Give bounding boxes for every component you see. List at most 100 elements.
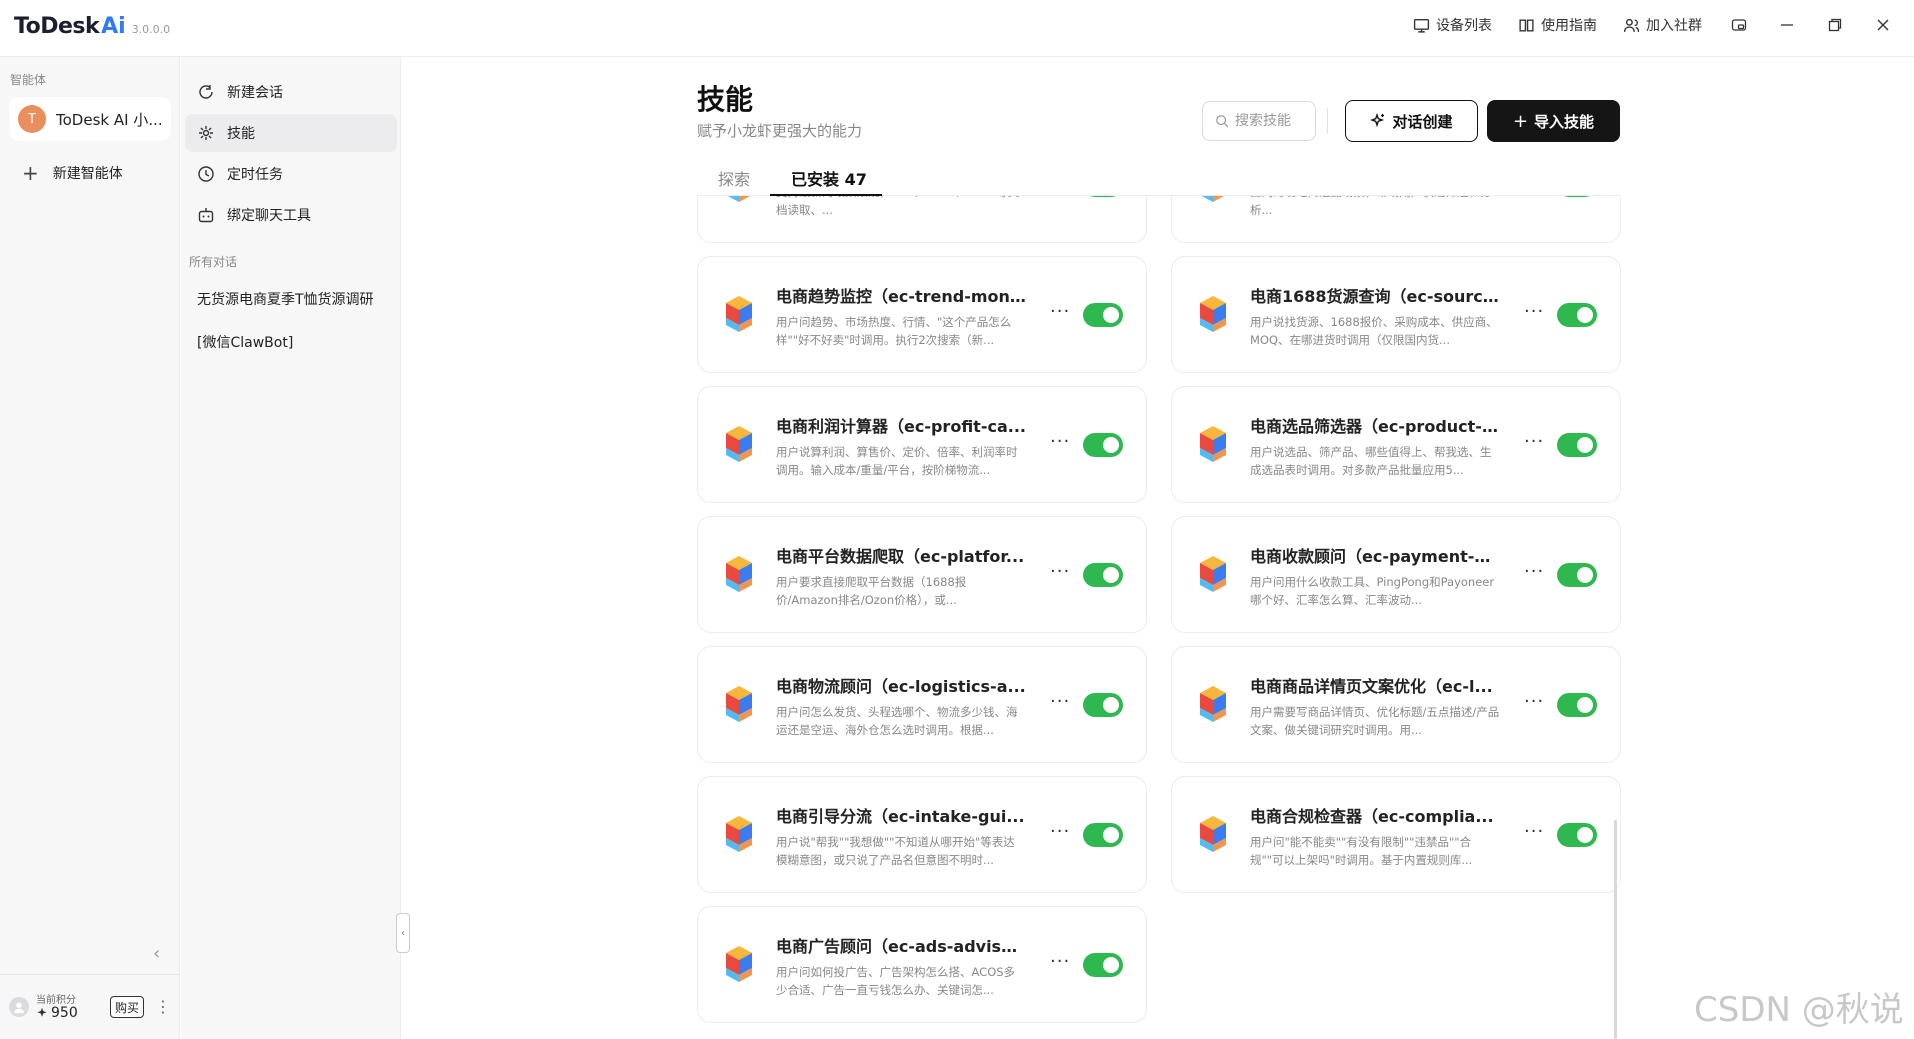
more-options-icon[interactable]: ··· xyxy=(1050,691,1070,712)
nav-scheduled-tasks[interactable]: 定时任务 xyxy=(185,155,397,193)
import-skill-button[interactable]: + 导入技能 xyxy=(1487,100,1620,142)
skill-enable-toggle[interactable] xyxy=(1083,303,1123,327)
sparkle-icon xyxy=(37,1007,47,1017)
skill-description: 用户要求直接爬取平台数据（1688报价/Amazon排名/Ozon价格），或..… xyxy=(776,575,967,607)
skill-description: 用户说找货源、1688报价、采购成本、供应商、MOQ、在哪进货时调用（仅限国内货… xyxy=(1250,315,1498,347)
user-avatar-icon[interactable] xyxy=(9,997,29,1017)
more-options-icon[interactable]: ··· xyxy=(1050,301,1070,322)
skill-enable-toggle[interactable] xyxy=(1557,196,1597,197)
skill-enable-toggle[interactable] xyxy=(1083,196,1123,197)
more-options-icon[interactable]: ··· xyxy=(1050,561,1070,582)
skill-enable-toggle[interactable] xyxy=(1083,693,1123,717)
skill-title: 电商物流顾问（ec-logistics-a... xyxy=(776,677,1026,696)
skill-search-input[interactable] xyxy=(1235,113,1311,129)
agents-section-label: 智能体 xyxy=(10,73,47,87)
more-options-icon[interactable]: ··· xyxy=(1524,301,1544,322)
panel-resize-handle[interactable]: ‹ xyxy=(396,913,410,953)
collapse-sidebar-icon[interactable]: ‹ xyxy=(153,943,160,964)
skill-card[interactable]: 电商1688货源查询（ec-sourci... 用户说找货源、1688报价、采购成… xyxy=(1171,256,1621,373)
skill-cube-icon xyxy=(1198,814,1228,854)
buy-button[interactable]: 购买 xyxy=(110,996,144,1018)
nav-bind-chat-tool[interactable]: 绑定聊天工具 xyxy=(185,196,397,234)
skill-enable-toggle[interactable] xyxy=(1557,823,1597,847)
credits-label: 当前积分 xyxy=(36,995,76,1006)
more-options-icon[interactable]: ··· xyxy=(1524,821,1544,842)
skill-card[interactable]: 支持最新的政策法规，PDF、Word、Excel等文档读取、...··· xyxy=(697,196,1147,243)
more-options-icon[interactable]: ··· xyxy=(1524,431,1544,452)
scrollbar[interactable] xyxy=(1614,820,1617,1039)
nav-new-chat[interactable]: 新建会话 xyxy=(185,73,397,111)
skill-card[interactable]: 电商商品详情页文案优化（ec-l... 用户需要写商品详情页、优化标题/五点描述/… xyxy=(1171,646,1621,763)
conversation-item[interactable]: [微信ClawBot] xyxy=(197,332,293,352)
search-icon xyxy=(1216,115,1229,128)
nav-skills[interactable]: 技能 xyxy=(185,114,397,152)
skill-enable-toggle[interactable] xyxy=(1083,433,1123,457)
nav-new-chat-label: 新建会话 xyxy=(227,85,283,101)
skill-enable-toggle[interactable] xyxy=(1557,693,1597,717)
skill-title: 电商合规检查器（ec-complia... xyxy=(1250,807,1494,826)
skill-enable-toggle[interactable] xyxy=(1083,563,1123,587)
page-title: 技能 xyxy=(697,83,754,116)
more-options-icon[interactable]: ··· xyxy=(1050,431,1070,452)
more-options-icon[interactable]: ··· xyxy=(1050,951,1070,972)
agent-name: ToDesk AI 小... xyxy=(56,110,163,129)
minimize-button[interactable] xyxy=(1776,14,1798,36)
skill-enable-toggle[interactable] xyxy=(1557,433,1597,457)
chat-create-button[interactable]: 对话创建 xyxy=(1345,100,1478,142)
guide-label: 使用指南 xyxy=(1541,18,1597,34)
join-community-label: 加入社群 xyxy=(1646,18,1702,34)
skill-cube-icon xyxy=(724,196,754,204)
device-list-button[interactable]: 设备列表 xyxy=(1413,15,1492,35)
skill-description: 支持最新的政策法规，PDF、Word、Excel等文档读取、... xyxy=(776,196,1019,217)
skill-card[interactable]: 电商平台数据爬取（ec-platfor... 用户要求直接爬取平台数据（1688报… xyxy=(697,516,1147,633)
skill-description: 用户说选品、筛产品、哪些值得上、帮我选、生成选品表时调用。对多款产品批量应用5.… xyxy=(1250,445,1492,477)
plus-icon: + xyxy=(1512,110,1529,132)
skill-title: 电商广告顾问（ec-ads-adviso... xyxy=(776,937,1026,956)
skill-cube-icon xyxy=(724,944,754,984)
pip-button[interactable] xyxy=(1728,14,1750,36)
restore-button[interactable] xyxy=(1824,14,1846,36)
skill-title: 电商1688货源查询（ec-sourci... xyxy=(1250,287,1500,306)
skill-title: 电商商品详情页文案优化（ec-l... xyxy=(1250,677,1493,696)
plus-icon: + xyxy=(22,161,39,185)
join-community-button[interactable]: 加入社群 xyxy=(1623,15,1702,35)
skill-enable-toggle[interactable] xyxy=(1557,563,1597,587)
nav-bind-chat-tool-label: 绑定聊天工具 xyxy=(227,208,311,224)
more-options-icon[interactable]: ⋮ xyxy=(155,997,171,1016)
skill-card[interactable]: 电商利润计算器（ec-profit-ca... 用户说算利润、算售价、定价、倍率、… xyxy=(697,386,1147,503)
nav-skills-label: 技能 xyxy=(227,126,255,142)
skill-enable-toggle[interactable] xyxy=(1083,823,1123,847)
skill-card[interactable]: 电商广告顾问（ec-ads-adviso... 用户问如何投广告、广告架构怎么搭、… xyxy=(697,906,1147,1023)
more-options-icon[interactable]: ··· xyxy=(1050,821,1070,842)
new-agent-button[interactable]: + 新建智能体 xyxy=(22,161,123,185)
skill-enable-toggle[interactable] xyxy=(1557,303,1597,327)
nav-sidebar: 新建会话 技能 定时任务 绑定聊天工具 所有对话 无货源电商夏季T恤货源调研 [… xyxy=(181,57,401,1039)
users-icon xyxy=(1623,18,1640,32)
agent-item-todesk-ai[interactable]: T ToDesk AI 小... xyxy=(9,97,171,141)
more-options-icon[interactable]: ··· xyxy=(1524,561,1544,582)
skill-card[interactable]: 电商选品筛选器（ec-product-... 用户说选品、筛产品、哪些值得上、帮我… xyxy=(1171,386,1621,503)
skill-card[interactable]: 电商合规检查器（ec-complia... 用户问"能不能卖""有没有限制""违禁… xyxy=(1171,776,1621,893)
skill-card[interactable]: 电商趋势监控（ec-trend-mon... 用户问趋势、市场热度、行情、"这个产… xyxy=(697,256,1147,373)
skill-card[interactable]: 电商收款顾问（ec-payment-a... 用户问用什么收款工具、PingPon… xyxy=(1171,516,1621,633)
more-options-icon[interactable]: ··· xyxy=(1524,691,1544,712)
book-icon xyxy=(1519,18,1534,32)
tab-installed[interactable]: 已安装 47 xyxy=(791,166,867,190)
skill-cube-icon xyxy=(724,424,754,464)
skill-description: 用户问如何投广告、广告架构怎么搭、ACOS多少合适、广告一直亏钱怎么办、关键词怎… xyxy=(776,965,1016,997)
guide-button[interactable]: 使用指南 xyxy=(1518,15,1597,35)
close-button[interactable] xyxy=(1872,14,1894,36)
skill-search-box[interactable] xyxy=(1202,101,1316,141)
conversation-item[interactable]: 无货源电商夏季T恤货源调研 xyxy=(197,289,374,309)
skill-card[interactable]: 电商物流顾问（ec-logistics-a... 用户问怎么发货、头程选哪个、物流… xyxy=(697,646,1147,763)
app-logo: ToDesk Ai 3.0.0.0 xyxy=(14,14,170,39)
skill-tabs: 探索 已安装 47 xyxy=(697,162,1620,196)
skill-enable-toggle[interactable] xyxy=(1083,953,1123,977)
credits-number: 950 xyxy=(51,1005,78,1021)
skill-card[interactable]: 电商引导分流（ec-intake-gui... 用户说"帮我""我想做""不知道从… xyxy=(697,776,1147,893)
header-divider xyxy=(1327,108,1328,134)
skill-card[interactable]: 面向跨境电商选品场景，帮助用户快速筛选和分析...··· xyxy=(1171,196,1621,243)
skill-cube-icon xyxy=(724,554,754,594)
skill-cube-icon xyxy=(1198,684,1228,724)
tab-explore[interactable]: 探索 xyxy=(718,166,750,190)
